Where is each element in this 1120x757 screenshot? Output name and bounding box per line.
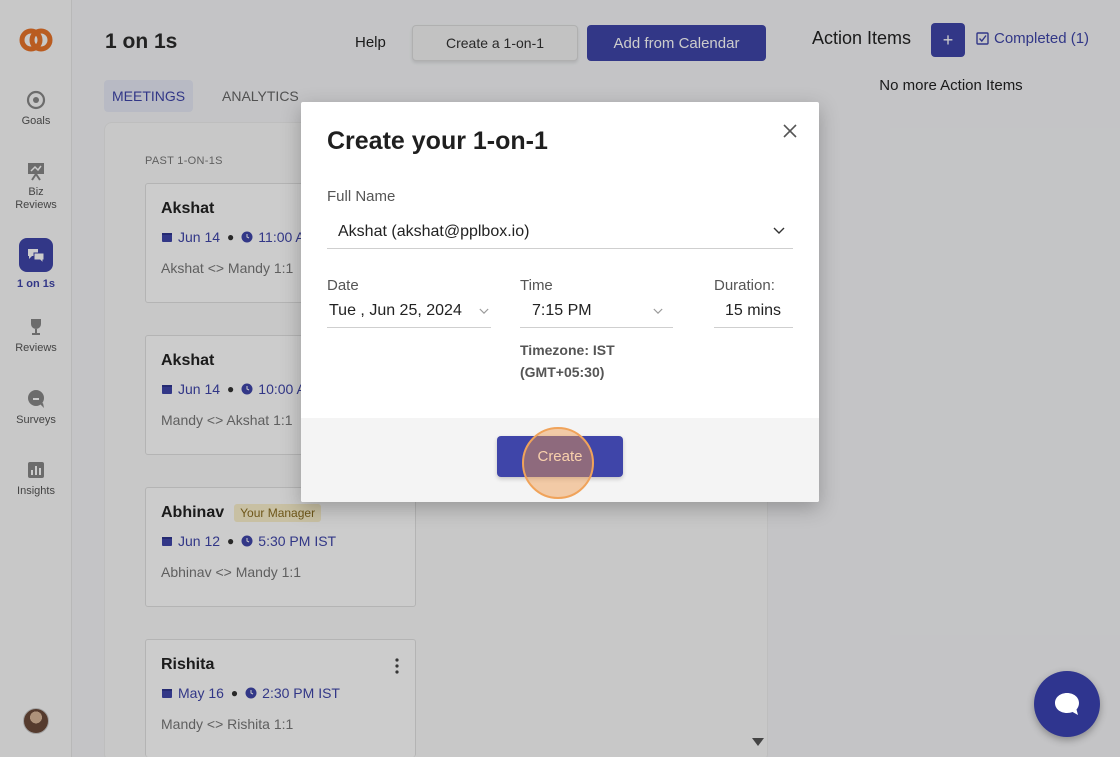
- full-name-label: Full Name: [327, 188, 396, 205]
- full-name-select[interactable]: Akshat (akshat@pplbox.io): [327, 215, 793, 249]
- date-picker[interactable]: Tue , Jun 25, 2024: [327, 294, 491, 328]
- timezone-offset: (GMT+05:30): [520, 364, 605, 380]
- date-value: Tue , Jun 25, 2024: [329, 301, 462, 319]
- create-button[interactable]: Create: [497, 436, 623, 477]
- time-value: 7:15 PM: [532, 301, 592, 319]
- chat-icon: [1055, 693, 1079, 715]
- modal-title: Create your 1-on-1: [327, 127, 548, 155]
- chevron-down-icon: [479, 308, 489, 314]
- date-label: Date: [327, 277, 359, 294]
- create-1on1-modal: Create your 1-on-1 Full Name Akshat (aks…: [301, 102, 819, 502]
- chevron-down-icon: [653, 308, 663, 314]
- chat-widget-button[interactable]: [1034, 671, 1100, 737]
- timezone-info: Timezone: IST (GMT+05:30): [520, 339, 615, 383]
- timezone-name: Timezone: IST: [520, 342, 615, 358]
- duration-value: 15 mins: [725, 301, 782, 319]
- chevron-down-icon: [773, 227, 785, 234]
- time-label: Time: [520, 277, 553, 294]
- duration-label: Duration:: [714, 277, 775, 294]
- time-picker[interactable]: 7:15 PM: [520, 294, 673, 328]
- close-icon[interactable]: [781, 122, 799, 140]
- full-name-value: Akshat (akshat@pplbox.io): [338, 222, 530, 240]
- duration-input[interactable]: 15 mins: [714, 294, 793, 328]
